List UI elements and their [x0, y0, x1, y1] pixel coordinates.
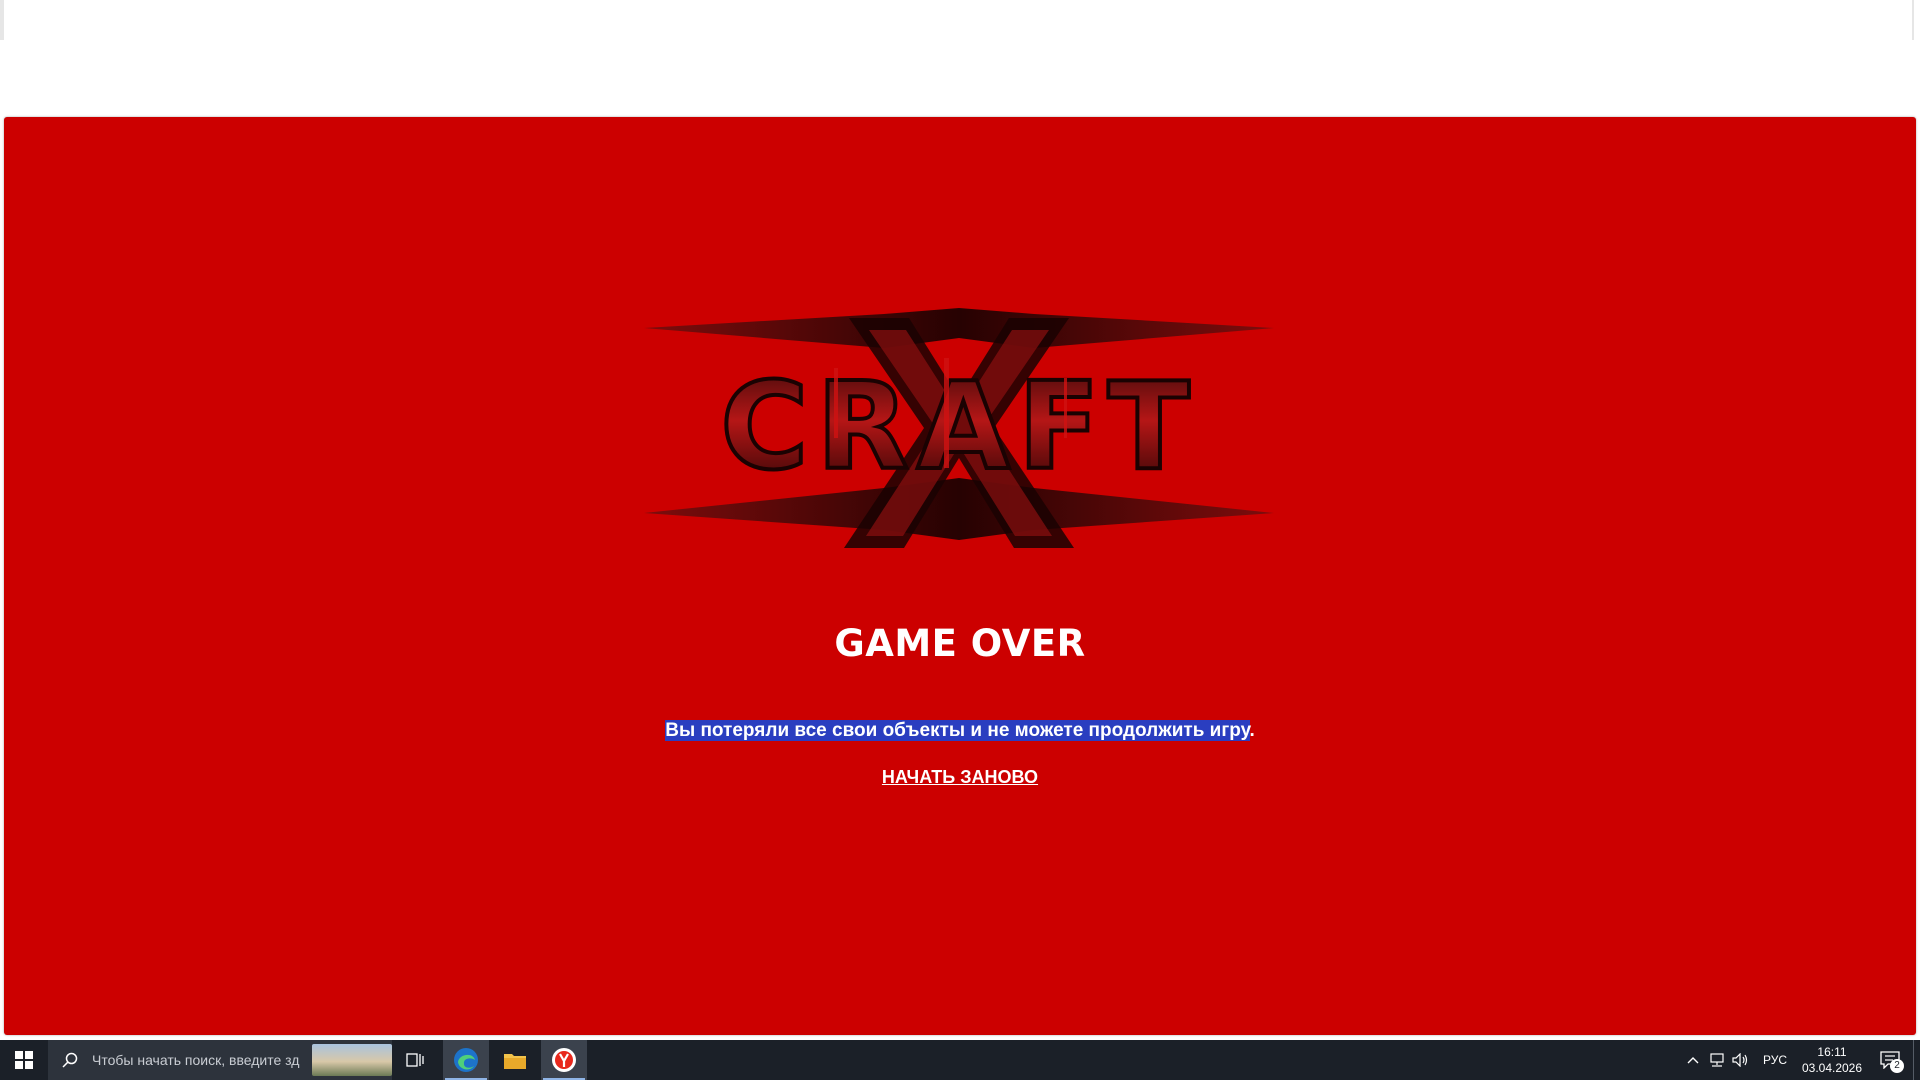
browser-top-area: [0, 0, 1920, 116]
taskbar-app-edge[interactable]: [443, 1040, 489, 1080]
start-button[interactable]: [0, 1040, 48, 1080]
xcraft-logo: CRAFT: [644, 308, 1274, 548]
message-tail: .: [1249, 720, 1255, 741]
game-over-title: GAME OVER: [834, 622, 1086, 665]
windows-taskbar: Чтобы начать поиск, введите зд РУС 16:11…: [0, 1040, 1920, 1080]
message-selected-text: Вы потеряли все свои объекты и не можете…: [665, 720, 1250, 741]
taskbar-app-yandex[interactable]: [541, 1040, 587, 1080]
screen: CRAFT GAME OVER Вы потеряли все свои объ…: [0, 0, 1920, 1080]
search-highlight-image: [312, 1044, 392, 1076]
chevron-up-icon: [1687, 1057, 1699, 1064]
clock-date: 03.04.2026: [1801, 1061, 1863, 1075]
network-button[interactable]: [1705, 1040, 1729, 1080]
edge-line-right: [1912, 0, 1914, 40]
task-view-button[interactable]: [392, 1040, 438, 1080]
search-icon: [62, 1051, 80, 1069]
input-language[interactable]: РУС: [1763, 1053, 1787, 1067]
yandex-browser-icon: [552, 1048, 576, 1072]
game-over-message: Вы потеряли все свои объекты и не можете…: [0, 720, 1920, 742]
network-icon: [1710, 1053, 1724, 1067]
clock-time: 16:11: [1817, 1045, 1847, 1059]
volume-button[interactable]: [1729, 1040, 1753, 1080]
system-tray: РУС 16:11 03.04.2026 2: [1681, 1040, 1920, 1080]
edge-line-left: [0, 0, 4, 40]
game-over-panel: [4, 117, 1916, 1035]
speaker-icon: [1732, 1053, 1748, 1067]
notification-count-badge: 2: [1890, 1059, 1904, 1073]
taskbar-search-box[interactable]: Чтобы начать поиск, введите зд: [48, 1040, 392, 1080]
edge-icon: [454, 1048, 478, 1072]
search-placeholder: Чтобы начать поиск, введите зд: [92, 1052, 300, 1068]
task-view-icon: [406, 1053, 424, 1067]
logo-wordmark: CRAFT: [720, 358, 1197, 497]
restart-container: НАЧАТЬ ЗАНОВО: [0, 767, 1920, 788]
tray-overflow-button[interactable]: [1681, 1040, 1705, 1080]
taskbar-app-explorer[interactable]: [492, 1040, 538, 1080]
action-center-button[interactable]: 2: [1867, 1040, 1913, 1080]
windows-logo-icon: [15, 1051, 33, 1069]
taskbar-clock[interactable]: 16:11 03.04.2026: [1797, 1044, 1867, 1076]
show-desktop-button[interactable]: [1913, 1040, 1920, 1080]
file-explorer-icon: [504, 1054, 526, 1069]
restart-link[interactable]: НАЧАТЬ ЗАНОВО: [882, 767, 1038, 787]
